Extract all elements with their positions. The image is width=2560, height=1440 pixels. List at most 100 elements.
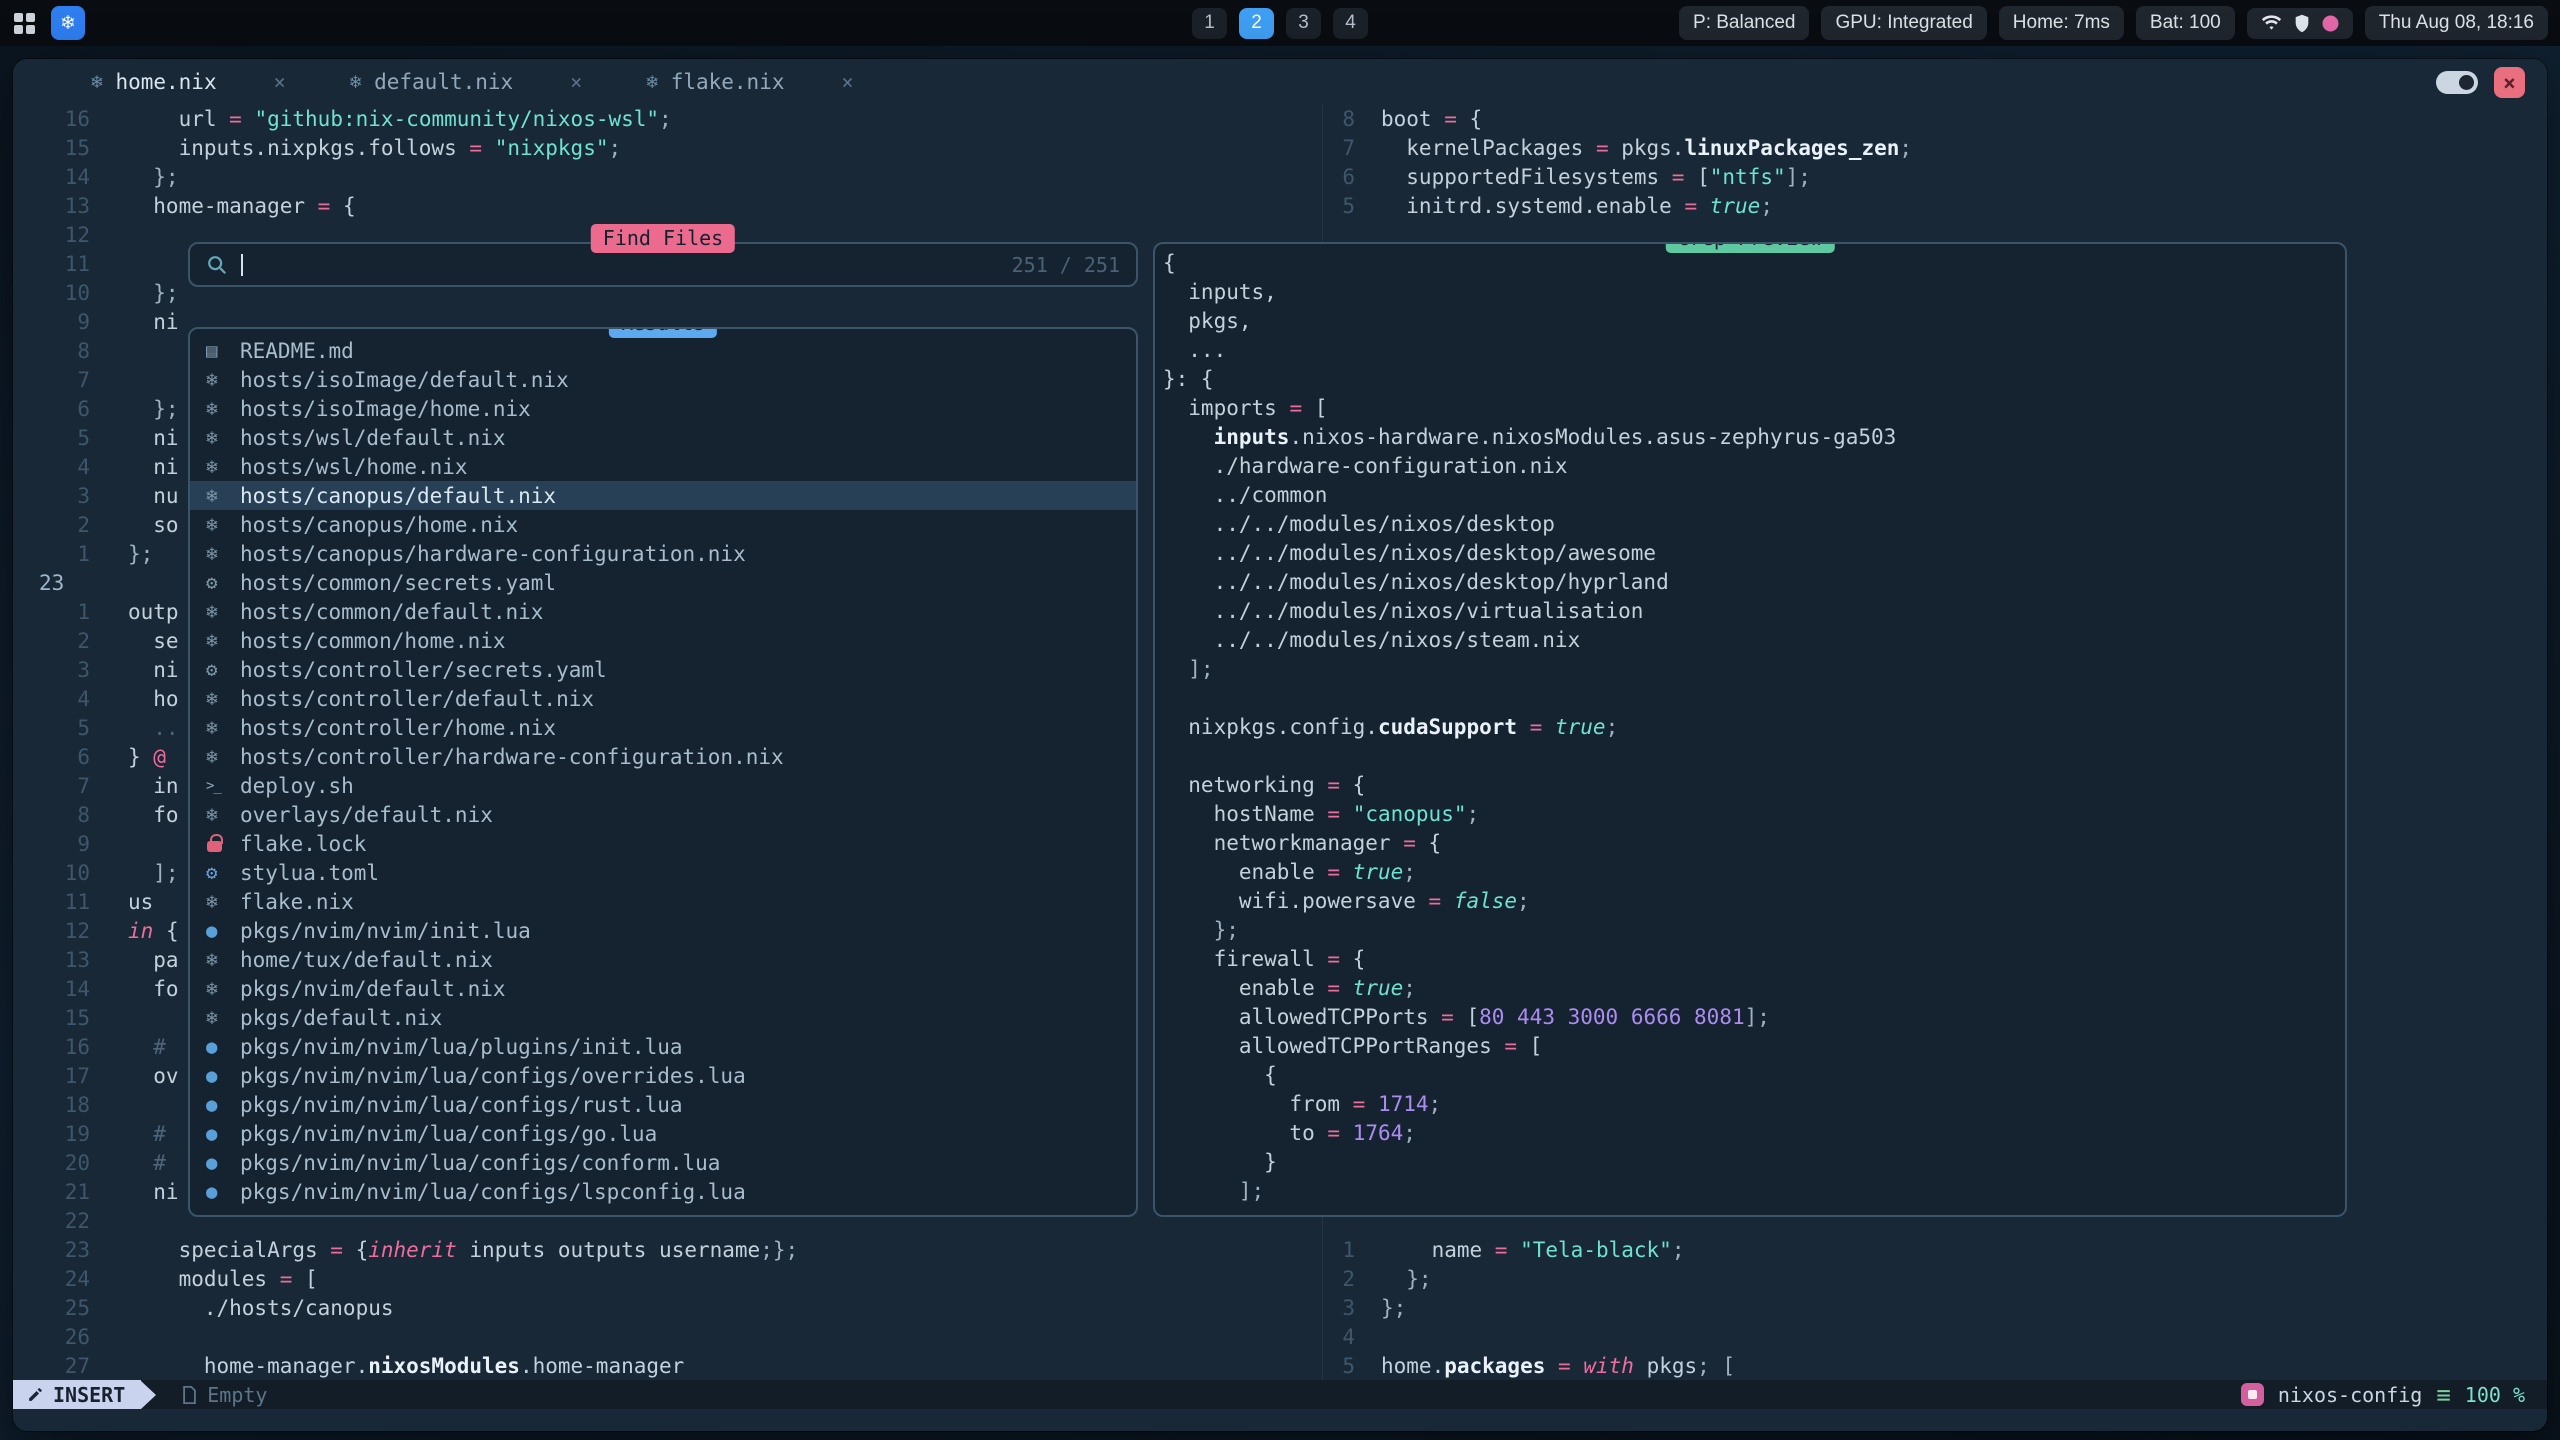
- code-line[interactable]: ../../modules/nixos/steam.nix: [1163, 626, 2345, 655]
- finder-result[interactable]: pkgs/nvim/nvim/lua/configs/rust.lua: [190, 1090, 1136, 1119]
- finder-result[interactable]: hosts/common/secrets.yaml: [190, 568, 1136, 597]
- finder-result[interactable]: overlays/default.nix: [190, 800, 1136, 829]
- code-line[interactable]: 27 home-manager.nixosModules.home-manage…: [13, 1352, 1321, 1381]
- code-line[interactable]: 8boot = {: [1305, 105, 2547, 134]
- finder-result[interactable]: home/tux/default.nix: [190, 945, 1136, 974]
- gpu-module[interactable]: GPU: Integrated: [1821, 6, 1986, 40]
- code-line[interactable]: 4: [1305, 1323, 2547, 1352]
- code-line[interactable]: 3};: [1305, 1294, 2547, 1323]
- code-line[interactable]: }: {: [1163, 365, 2345, 394]
- code-line[interactable]: {: [1163, 249, 2345, 278]
- code-line[interactable]: 25 ./hosts/canopus: [13, 1294, 1321, 1323]
- tab-close-icon[interactable]: ×: [274, 70, 286, 94]
- tab-default-nix[interactable]: ❄ default.nix ×: [350, 70, 583, 94]
- code-line[interactable]: 13 home-manager = {: [13, 192, 1321, 221]
- finder-result[interactable]: pkgs/nvim/default.nix: [190, 974, 1136, 1003]
- code-line[interactable]: ./hardware-configuration.nix: [1163, 452, 2345, 481]
- finder-result[interactable]: hosts/controller/home.nix: [190, 713, 1136, 742]
- finder-result[interactable]: pkgs/nvim/nvim/init.lua: [190, 916, 1136, 945]
- code-line[interactable]: ...: [1163, 336, 2345, 365]
- code-line[interactable]: 5 initrd.systemd.enable = true;: [1305, 192, 2547, 221]
- ping-module[interactable]: Home: 7ms: [1999, 6, 2124, 40]
- code-line[interactable]: ../../modules/nixos/virtualisation: [1163, 597, 2345, 626]
- finder-result[interactable]: README.md: [190, 336, 1136, 365]
- finder-result[interactable]: flake.lock: [190, 829, 1136, 858]
- code-line[interactable]: ../../modules/nixos/desktop/hyprland: [1163, 568, 2345, 597]
- code-line[interactable]: 5home.packages = with pkgs; [: [1305, 1352, 2547, 1381]
- clock[interactable]: Thu Aug 08, 18:16: [2365, 6, 2548, 40]
- finder-result[interactable]: stylua.toml: [190, 858, 1136, 887]
- power-profile-module[interactable]: P: Balanced: [1679, 6, 1809, 40]
- nix-logo-icon[interactable]: ❄: [51, 6, 85, 40]
- code-line[interactable]: hostName = "canopus";: [1163, 800, 2345, 829]
- finder-result[interactable]: hosts/isoImage/home.nix: [190, 394, 1136, 423]
- finder-result[interactable]: hosts/canopus/hardware-configuration.nix: [190, 539, 1136, 568]
- finder-result[interactable]: pkgs/default.nix: [190, 1003, 1136, 1032]
- code-line[interactable]: ../common: [1163, 481, 2345, 510]
- code-line[interactable]: ../../modules/nixos/desktop: [1163, 510, 2345, 539]
- tab-close-icon[interactable]: ×: [841, 70, 853, 94]
- code-line[interactable]: 2 };: [1305, 1265, 2547, 1294]
- code-line[interactable]: pkgs,: [1163, 307, 2345, 336]
- code-line[interactable]: 26: [13, 1323, 1321, 1352]
- tab-close-icon[interactable]: ×: [570, 70, 582, 94]
- finder-result[interactable]: hosts/isoImage/default.nix: [190, 365, 1136, 394]
- finder-result[interactable]: hosts/controller/hardware-configuration.…: [190, 742, 1136, 771]
- code-line[interactable]: ];: [1163, 1177, 2345, 1206]
- code-line[interactable]: 1 name = "Tela-black";: [1305, 1236, 2547, 1265]
- code-line[interactable]: {: [1163, 1061, 2345, 1090]
- finder-result[interactable]: pkgs/nvim/nvim/lua/configs/lspconfig.lua: [190, 1177, 1136, 1206]
- battery-module[interactable]: Bat: 100: [2136, 6, 2235, 40]
- code-line[interactable]: }: [1163, 1148, 2345, 1177]
- finder-result[interactable]: deploy.sh: [190, 771, 1136, 800]
- window-close-button[interactable]: ×: [2494, 67, 2525, 98]
- finder-result[interactable]: hosts/common/default.nix: [190, 597, 1136, 626]
- finder-result[interactable]: flake.nix: [190, 887, 1136, 916]
- code-line[interactable]: 23 specialArgs = {inherit inputs outputs…: [13, 1236, 1321, 1265]
- code-line[interactable]: [1163, 742, 2345, 771]
- code-line[interactable]: 24 modules = [: [13, 1265, 1321, 1294]
- code-line[interactable]: imports = [: [1163, 394, 2345, 423]
- finder-result[interactable]: hosts/controller/secrets.yaml: [190, 655, 1136, 684]
- code-line[interactable]: 7 kernelPackages = pkgs.linuxPackages_ze…: [1305, 134, 2547, 163]
- finder-result[interactable]: pkgs/nvim/nvim/lua/plugins/init.lua: [190, 1032, 1136, 1061]
- telescope-prompt[interactable]: Find Files 251 / 251: [188, 242, 1138, 287]
- code-line[interactable]: firewall = {: [1163, 945, 2345, 974]
- code-line[interactable]: enable = true;: [1163, 858, 2345, 887]
- system-tray[interactable]: [2247, 8, 2353, 39]
- code-line[interactable]: allowedTCPPorts = [80 443 3000 6666 8081…: [1163, 1003, 2345, 1032]
- finder-result[interactable]: hosts/controller/default.nix: [190, 684, 1136, 713]
- code-line[interactable]: 14 };: [13, 163, 1321, 192]
- code-line[interactable]: to = 1764;: [1163, 1119, 2345, 1148]
- finder-result[interactable]: pkgs/nvim/nvim/lua/configs/conform.lua: [190, 1148, 1136, 1177]
- code-line[interactable]: from = 1714;: [1163, 1090, 2345, 1119]
- code-line[interactable]: ];: [1163, 655, 2345, 684]
- workspace-button-1[interactable]: 1: [1192, 8, 1227, 39]
- code-line[interactable]: };: [1163, 916, 2345, 945]
- finder-result[interactable]: hosts/common/home.nix: [190, 626, 1136, 655]
- code-line[interactable]: 15 inputs.nixpkgs.follows = "nixpkgs";: [13, 134, 1321, 163]
- code-line[interactable]: enable = true;: [1163, 974, 2345, 1003]
- tab-flake-nix[interactable]: ❄ flake.nix ×: [646, 70, 853, 94]
- finder-result[interactable]: hosts/wsl/home.nix: [190, 452, 1136, 481]
- workspace-button-2[interactable]: 2: [1239, 8, 1274, 39]
- code-line[interactable]: networkmanager = {: [1163, 829, 2345, 858]
- finder-result[interactable]: hosts/wsl/default.nix: [190, 423, 1136, 452]
- code-line[interactable]: networking = {: [1163, 771, 2345, 800]
- tab-home-nix[interactable]: ❄ home.nix ×: [91, 70, 286, 94]
- finder-result[interactable]: pkgs/nvim/nvim/lua/configs/overrides.lua: [190, 1061, 1136, 1090]
- code-line[interactable]: nixpkgs.config.cudaSupport = true;: [1163, 713, 2345, 742]
- workspace-button-4[interactable]: 4: [1333, 8, 1368, 39]
- finder-result[interactable]: hosts/canopus/default.nix: [190, 481, 1136, 510]
- code-line[interactable]: allowedTCPPortRanges = [: [1163, 1032, 2345, 1061]
- finder-result[interactable]: pkgs/nvim/nvim/lua/configs/go.lua: [190, 1119, 1136, 1148]
- code-line[interactable]: wifi.powersave = false;: [1163, 887, 2345, 916]
- code-line[interactable]: ../../modules/nixos/desktop/awesome: [1163, 539, 2345, 568]
- code-line[interactable]: inputs.nixos-hardware.nixosModules.asus-…: [1163, 423, 2345, 452]
- workspace-button-3[interactable]: 3: [1286, 8, 1321, 39]
- code-line[interactable]: 16 url = "github:nix-community/nixos-wsl…: [13, 105, 1321, 134]
- app-grid-icon[interactable]: [14, 13, 35, 34]
- window-toggle-icon[interactable]: [2436, 71, 2478, 94]
- code-line[interactable]: [1163, 684, 2345, 713]
- code-line[interactable]: 6 supportedFilesystems = ["ntfs"];: [1305, 163, 2547, 192]
